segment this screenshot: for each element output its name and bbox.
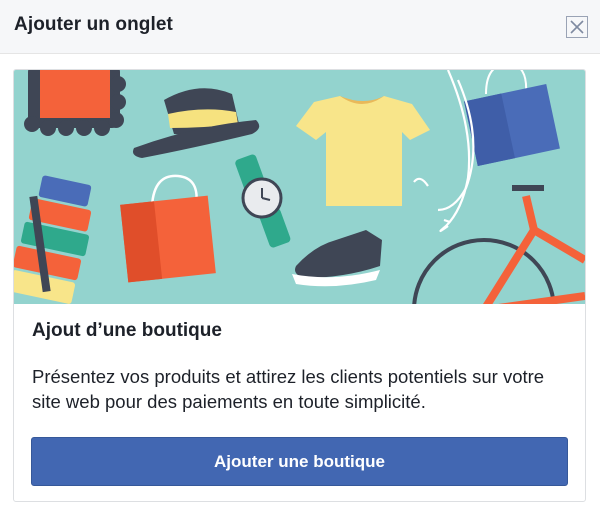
shop-card: Ajout d’une boutique Présentez vos produ… bbox=[13, 69, 586, 502]
add-shop-button[interactable]: Ajouter une boutique bbox=[31, 437, 568, 486]
add-tab-dialog: Ajouter un onglet Ajout d’une boutique P… bbox=[0, 0, 600, 518]
shopping-illustration bbox=[14, 70, 585, 304]
dialog-header: Ajouter un onglet bbox=[0, 0, 600, 54]
card-description: Présentez vos produits et attirez les cl… bbox=[32, 366, 545, 412]
close-icon bbox=[570, 20, 584, 34]
frame-icon bbox=[24, 70, 126, 136]
shop-banner bbox=[14, 70, 585, 304]
close-button[interactable] bbox=[566, 16, 588, 38]
dialog-title: Ajouter un onglet bbox=[14, 14, 173, 35]
card-title: Ajout d’une boutique bbox=[32, 320, 222, 341]
